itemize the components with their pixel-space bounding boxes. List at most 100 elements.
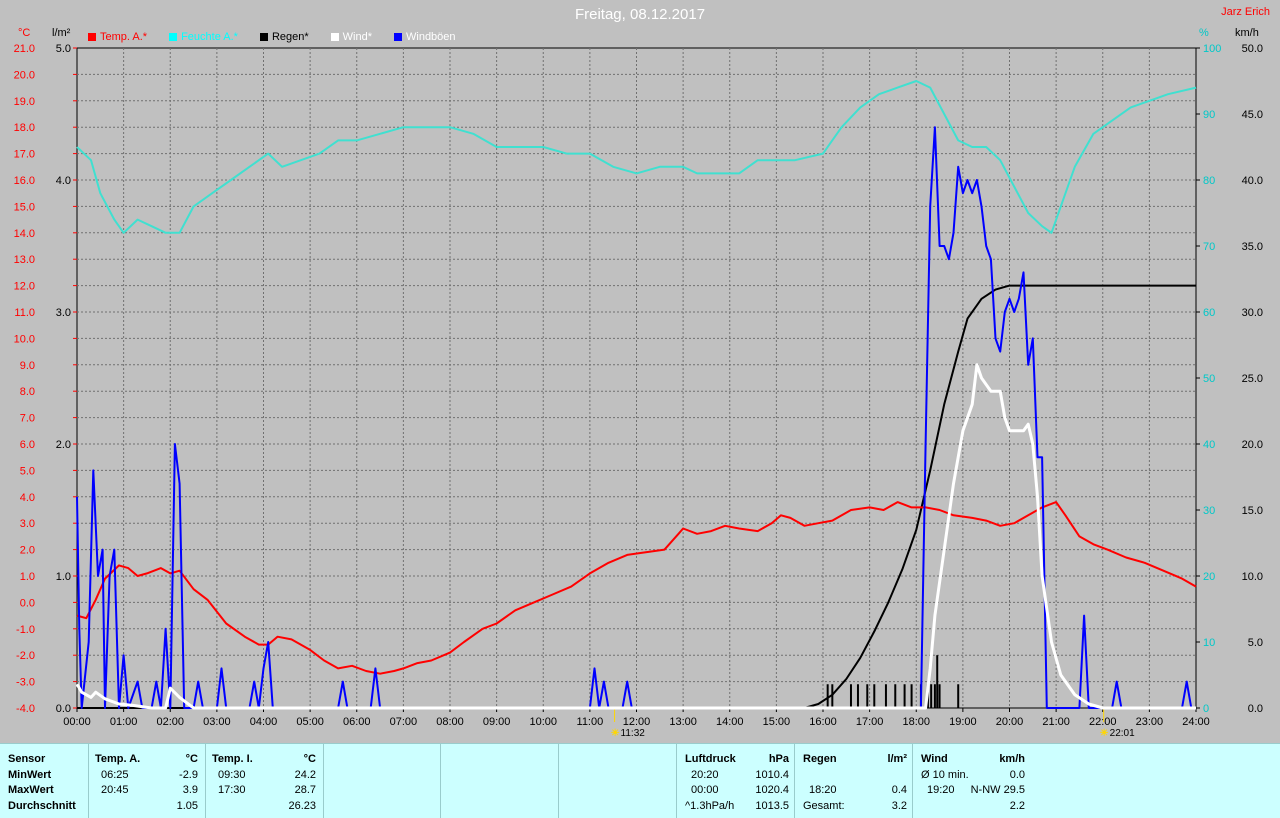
temp-tick-label: 20.0 bbox=[14, 69, 35, 81]
stats-empty-column bbox=[323, 744, 441, 818]
stats-pressure: Luftdruck hPa 20:20 1010.4 00:00 1020.4 ^1.… bbox=[676, 744, 795, 818]
x-tick-label: 02:00 bbox=[156, 716, 184, 728]
legend-label: Temp. A.* bbox=[100, 31, 148, 43]
x-tick-label: 04:00 bbox=[250, 716, 278, 728]
temp-tick-label: 11.0 bbox=[14, 307, 35, 319]
x-tick-label: 03:00 bbox=[203, 716, 231, 728]
weather-chart: 21.0 20.0 19.0 18.0 17.0 16.0 15.0 14.0 13.0 12.0… bbox=[14, 43, 1263, 728]
pressure-min-time: 20:20 bbox=[691, 769, 719, 781]
temp-tick-label: 19.0 bbox=[14, 96, 35, 108]
x-tick-label: 21:00 bbox=[1042, 716, 1070, 728]
wind-avg-label: Ø 10 min. bbox=[921, 769, 969, 781]
temp-a-max-time: 20:45 bbox=[101, 784, 129, 796]
x-tick-label: 18:00 bbox=[902, 716, 930, 728]
temp-a-average: 1.05 bbox=[176, 800, 198, 812]
temp-tick-label: 3.0 bbox=[20, 518, 35, 530]
wind-tick-label: 45.0 bbox=[1242, 109, 1263, 121]
rain-tick-label: 2.0 bbox=[56, 439, 71, 451]
x-tick-label: 12:00 bbox=[623, 716, 651, 728]
wind-avg-value: 0.0 bbox=[1009, 769, 1025, 781]
wind-unit-label: km/h bbox=[1235, 27, 1259, 39]
pressure-header: Luftdruck bbox=[685, 753, 736, 765]
left-axes: 21.0 20.0 19.0 18.0 17.0 16.0 15.0 14.0 13.0 12.0… bbox=[14, 43, 77, 715]
temp-tick-label: 15.0 bbox=[14, 201, 35, 213]
temp-a-unit: °C bbox=[185, 753, 198, 765]
temp-i-min-time: 09:30 bbox=[218, 769, 246, 781]
statistics-panel: Sensor MinWert MaxWert Durchschnitt Temp… bbox=[0, 743, 1280, 818]
temp-tick-label: 21.0 bbox=[14, 43, 35, 55]
rain-header: Regen bbox=[803, 753, 837, 765]
humidity-tick-label: 0 bbox=[1203, 703, 1209, 715]
temp-tick-label: 2.0 bbox=[20, 545, 35, 557]
temp-a-min-value: -2.9 bbox=[179, 769, 198, 781]
temp-tick-label: 17.0 bbox=[14, 149, 35, 161]
stats-sensor-column: Sensor MinWert MaxWert Durchschnitt bbox=[0, 744, 88, 818]
legend: Temp. A.* Feuchte A.* Regen* Wind* Windb… bbox=[88, 31, 478, 43]
rain-unit-label: l/m² bbox=[52, 27, 71, 39]
legend-label: Regen* bbox=[271, 31, 309, 43]
rain-max-time: 18:20 bbox=[809, 784, 837, 796]
stats-rain: Regen l/m² 18:20 0.4 Gesamt: 3.2 bbox=[794, 744, 913, 818]
legend-swatch bbox=[88, 33, 96, 41]
pressure-max-time: 00:00 bbox=[691, 784, 719, 796]
pressure-min-value: 1010.4 bbox=[755, 769, 789, 781]
wind-tick-label: 50.0 bbox=[1242, 43, 1263, 55]
rain-tick-label: 4.0 bbox=[56, 175, 71, 187]
x-tick-label: 14:00 bbox=[716, 716, 744, 728]
temp-a-max-value: 3.9 bbox=[182, 784, 198, 796]
legend-item-temp[interactable]: Temp. A.* bbox=[88, 31, 147, 43]
humidity-unit-label: % bbox=[1199, 27, 1209, 39]
temp-tick-label: 0.0 bbox=[20, 597, 35, 609]
x-tick-label: 05:00 bbox=[296, 716, 324, 728]
temp-i-unit: °C bbox=[303, 753, 316, 765]
temp-tick-label: 1.0 bbox=[20, 571, 35, 583]
legend-item-rain[interactable]: Regen* bbox=[259, 31, 309, 43]
temp-tick-label: 12.0 bbox=[14, 281, 35, 293]
temp-tick-label: 6.0 bbox=[20, 439, 35, 451]
x-tick-label: 24:00 bbox=[1182, 716, 1210, 728]
temp-i-max-value: 28.7 bbox=[294, 784, 316, 796]
temp-tick-label: 13.0 bbox=[14, 254, 35, 266]
temp-tick-label: 18.0 bbox=[14, 122, 35, 134]
sunset-time: 22:01 bbox=[1109, 728, 1135, 739]
x-tick-label: 06:00 bbox=[343, 716, 371, 728]
x-tick-label: 07:00 bbox=[390, 716, 418, 728]
temp-a-min-time: 06:25 bbox=[101, 769, 129, 781]
x-tick-label: 10:00 bbox=[529, 716, 557, 728]
legend-item-wind[interactable]: Wind* bbox=[330, 31, 372, 43]
humidity-tick-label: 100 bbox=[1203, 43, 1221, 55]
sunrise-marker: ☀11:32 bbox=[611, 728, 645, 739]
wind-tick-label: 25.0 bbox=[1242, 373, 1263, 385]
temp-i-header: Temp. I. bbox=[212, 753, 253, 765]
humidity-tick-label: 30 bbox=[1203, 505, 1215, 517]
humidity-tick-label: 80 bbox=[1203, 175, 1215, 187]
legend-item-humidity[interactable]: Feuchte A.* bbox=[169, 31, 238, 43]
legend-swatch bbox=[259, 33, 268, 41]
rain-total-value: 3.2 bbox=[891, 800, 907, 812]
avg-row-label: Durchschnitt bbox=[8, 800, 76, 812]
pressure-unit: hPa bbox=[768, 753, 789, 765]
wind-tick-label: 20.0 bbox=[1242, 439, 1263, 451]
rain-tick-label: 5.0 bbox=[56, 43, 71, 55]
temp-tick-label: 7.0 bbox=[20, 413, 35, 425]
humidity-tick-label: 20 bbox=[1203, 571, 1215, 583]
x-tick-label: 15:00 bbox=[763, 716, 791, 728]
x-tick-label: 09:00 bbox=[483, 716, 511, 728]
temp-i-min-value: 24.2 bbox=[294, 769, 316, 781]
legend-swatch bbox=[394, 33, 402, 41]
legend-label: Feuchte A.* bbox=[181, 31, 238, 43]
rain-tick-label: 1.0 bbox=[56, 571, 71, 583]
legend-label: Windböen bbox=[406, 31, 456, 43]
rain-unit: l/m² bbox=[887, 753, 907, 765]
legend-item-gusts[interactable]: Windböen bbox=[394, 31, 456, 43]
wind-tick-label: 10.0 bbox=[1242, 571, 1263, 583]
sun-icon: ☀ bbox=[1099, 728, 1109, 739]
stats-empty-column bbox=[558, 744, 677, 818]
x-tick-label: 01:00 bbox=[110, 716, 138, 728]
author-label: Jarz Erich bbox=[1221, 6, 1270, 18]
stats-temp-outdoor: Temp. A. °C 06:25 -2.9 20:45 3.9 1.05 bbox=[88, 744, 206, 818]
x-tick-label: 19:00 bbox=[949, 716, 977, 728]
x-tick-label: 13:00 bbox=[669, 716, 697, 728]
temp-tick-label: 8.0 bbox=[20, 386, 35, 398]
humidity-tick-label: 90 bbox=[1203, 109, 1215, 121]
